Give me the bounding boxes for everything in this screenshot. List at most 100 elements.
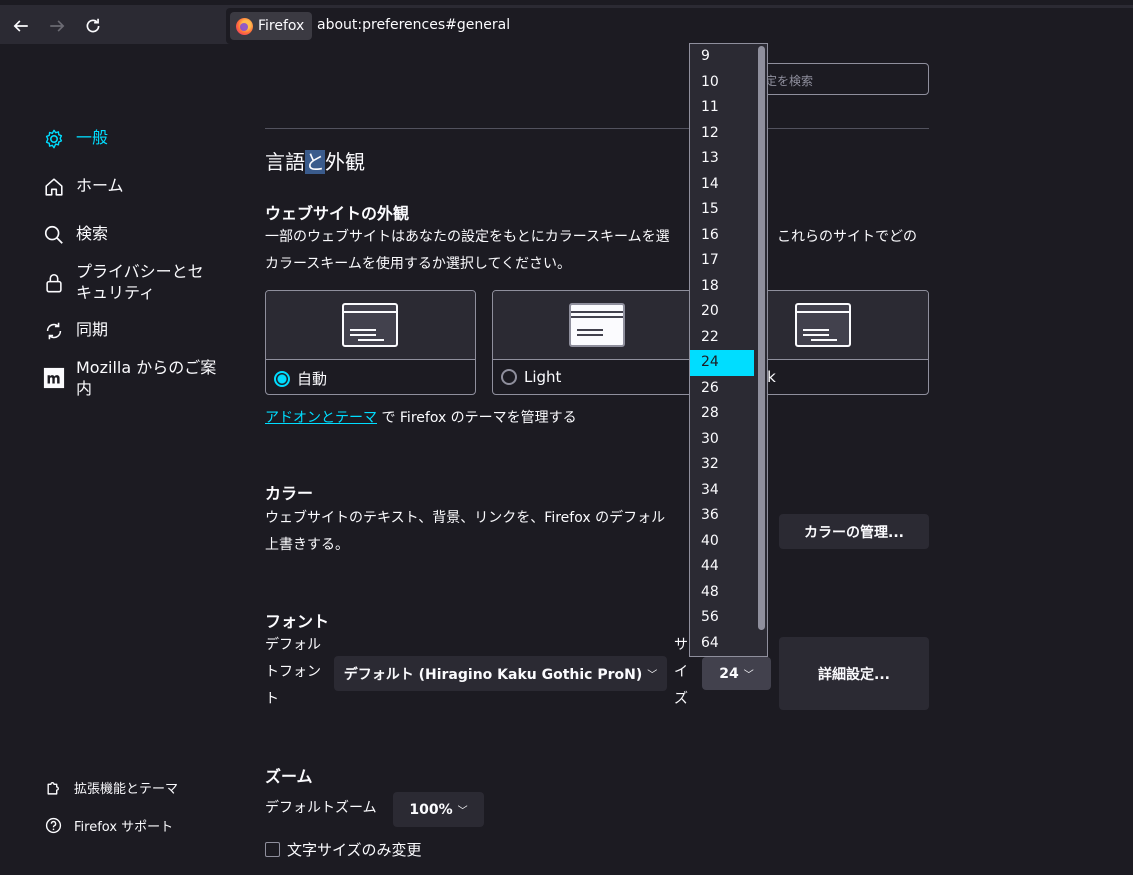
font-size-dropdown[interactable]: 9 10 11 12 13 14 15 16 17 18 20 22 24 26 28 30 32 34 36 40 4… [689, 43, 768, 657]
default-font-label: デフォル トフォン ト [265, 637, 321, 707]
font-size-select[interactable]: 24 ﹀ [702, 657, 771, 690]
chevron-down-icon: ﹀ [743, 670, 754, 681]
chevron-down-icon: ﹀ [457, 806, 468, 817]
forward-button[interactable] [42, 11, 72, 41]
theme-preview [493, 291, 702, 360]
sidebar-item-label: 検索 [76, 224, 109, 243]
identity-label: Firefox [258, 18, 305, 34]
colors-desc-1: ウェブサイトのテキスト、背景、リンクを、Firefox のデフォル [265, 510, 666, 526]
radio-light[interactable] [501, 369, 517, 385]
font-size-option[interactable]: 36 [690, 503, 754, 529]
radio-auto[interactable] [274, 370, 290, 387]
firefox-logo-icon [236, 17, 253, 35]
chevron-down-icon: ﹀ [647, 670, 658, 681]
gear-icon [42, 127, 66, 151]
theme-label: 自動 [297, 370, 328, 388]
sidebar-footer-extensions[interactable]: 拡張機能とテーマ [45, 778, 178, 797]
font-size-option[interactable]: 32 [690, 452, 754, 478]
font-size-option[interactable]: 18 [690, 274, 754, 300]
default-zoom-select[interactable]: 100% ﹀ [393, 792, 484, 827]
header-divider [265, 128, 929, 129]
theme-preview [266, 291, 475, 360]
addon-theme-line: アドオンとテーマ で Firefox のテーマを管理する [265, 410, 577, 426]
url-text[interactable]: about:preferences#general [317, 17, 510, 33]
reload-icon [86, 18, 100, 33]
search-placeholder: 定を検索 [765, 74, 814, 88]
section-title: 言語と外観 [265, 150, 365, 174]
font-size-option[interactable]: 48 [690, 580, 754, 606]
font-size-option[interactable]: 10 [690, 70, 754, 96]
sidebar-item-privacy[interactable]: プライバシーとセキュリティ [42, 261, 217, 303]
website-appearance-title: ウェブサイトの外観 [265, 204, 410, 223]
font-size-option[interactable]: 14 [690, 172, 754, 198]
font-size-option[interactable]: 56 [690, 605, 754, 631]
font-size-option[interactable]: 44 [690, 554, 754, 580]
font-size-option[interactable]: 17 [690, 248, 754, 274]
sidebar-footer-label: Firefox サポート [74, 820, 174, 835]
dropdown-scrollbar[interactable] [758, 46, 765, 630]
font-size-option[interactable]: 15 [690, 197, 754, 223]
font-size-option[interactable]: 16 [690, 223, 754, 249]
sidebar-item-label: ホーム [76, 176, 124, 195]
sidebar-item-label: プライバシーとセキュリティ [76, 262, 204, 302]
back-button[interactable] [6, 11, 36, 41]
theme-label: Light [524, 368, 562, 386]
puzzle-icon [47, 782, 59, 795]
website-appearance-desc-1: 一部のウェブサイトはあなたの設定をもとにカラースキームを選 これらのサイトでどの [265, 229, 917, 245]
zoom-title: ズーム [265, 767, 313, 786]
forward-arrow-icon [50, 20, 65, 32]
reload-button[interactable] [78, 11, 108, 41]
window-preview-icon [795, 303, 851, 347]
font-size-option[interactable]: 34 [690, 478, 754, 504]
font-size-label: サ イ ズ [674, 637, 688, 707]
fonts-title: フォント [265, 612, 330, 631]
font-size-option[interactable]: 30 [690, 427, 754, 453]
sidebar-item-mozilla[interactable]: Mozilla からのご案内 [42, 357, 222, 399]
selected-text: と [305, 150, 325, 174]
theme-card-auto[interactable]: 自動 [265, 290, 476, 395]
colors-title: カラー [265, 484, 314, 503]
font-size-option[interactable]: 28 [690, 401, 754, 427]
font-size-option[interactable]: 11 [690, 95, 754, 121]
default-font-select[interactable]: デフォルト (Hiragino Kaku Gothic ProN) ﹀ [334, 656, 667, 691]
sidebar-item-search[interactable]: 検索 [42, 223, 108, 247]
window-preview-icon [569, 303, 625, 347]
preferences-search-input[interactable]: 定を検索 [740, 63, 929, 95]
font-size-option[interactable]: 13 [690, 146, 754, 172]
help-icon [45, 817, 62, 834]
advanced-fonts-button[interactable]: 詳細設定... [779, 637, 929, 710]
search-icon [42, 223, 66, 247]
identity-box[interactable]: Firefox [230, 12, 313, 40]
sidebar-item-label: 一般 [76, 128, 109, 147]
default-zoom-label: デフォルトズーム [265, 800, 377, 816]
sync-icon [42, 319, 66, 343]
lock-icon [42, 271, 66, 295]
font-size-option[interactable]: 24 [690, 350, 754, 376]
font-size-option[interactable]: 64 [690, 631, 754, 657]
sidebar-footer-label: 拡張機能とテーマ [74, 782, 179, 797]
font-size-option[interactable]: 20 [690, 299, 754, 325]
font-size-option[interactable]: 40 [690, 529, 754, 555]
sidebar-item-home[interactable]: ホーム [42, 175, 124, 199]
text-only-zoom-label: 文字サイズのみ変更 [287, 841, 422, 859]
url-bar[interactable]: Firefox about:preferences#general [226, 8, 1133, 44]
text-only-zoom-checkbox[interactable] [265, 842, 280, 857]
sidebar-item-label: Mozilla からのご案内 [76, 358, 217, 398]
sidebar-item-label: 同期 [76, 320, 109, 339]
font-size-option[interactable]: 12 [690, 121, 754, 147]
theme-card-light[interactable]: Light [492, 290, 703, 395]
sidebar-item-general[interactable]: 一般 [42, 127, 108, 151]
browser-toolbar: Firefox about:preferences#general [0, 0, 1133, 44]
website-appearance-desc-2: カラースキームを使用するか選択してください。 [265, 256, 572, 272]
mozilla-icon [42, 366, 66, 390]
font-size-option[interactable]: 26 [690, 376, 754, 402]
colors-desc-2: 上書きする。 [265, 537, 349, 553]
window-preview-icon [342, 303, 398, 347]
sidebar-footer-support[interactable]: Firefox サポート [45, 816, 173, 835]
font-size-option[interactable]: 22 [690, 325, 754, 351]
addons-themes-link[interactable]: アドオンとテーマ [265, 410, 377, 426]
back-arrow-icon [13, 20, 28, 32]
sidebar-item-sync[interactable]: 同期 [42, 319, 108, 343]
manage-colors-button[interactable]: カラーの管理... [779, 514, 929, 549]
font-size-option[interactable]: 9 [690, 44, 754, 70]
